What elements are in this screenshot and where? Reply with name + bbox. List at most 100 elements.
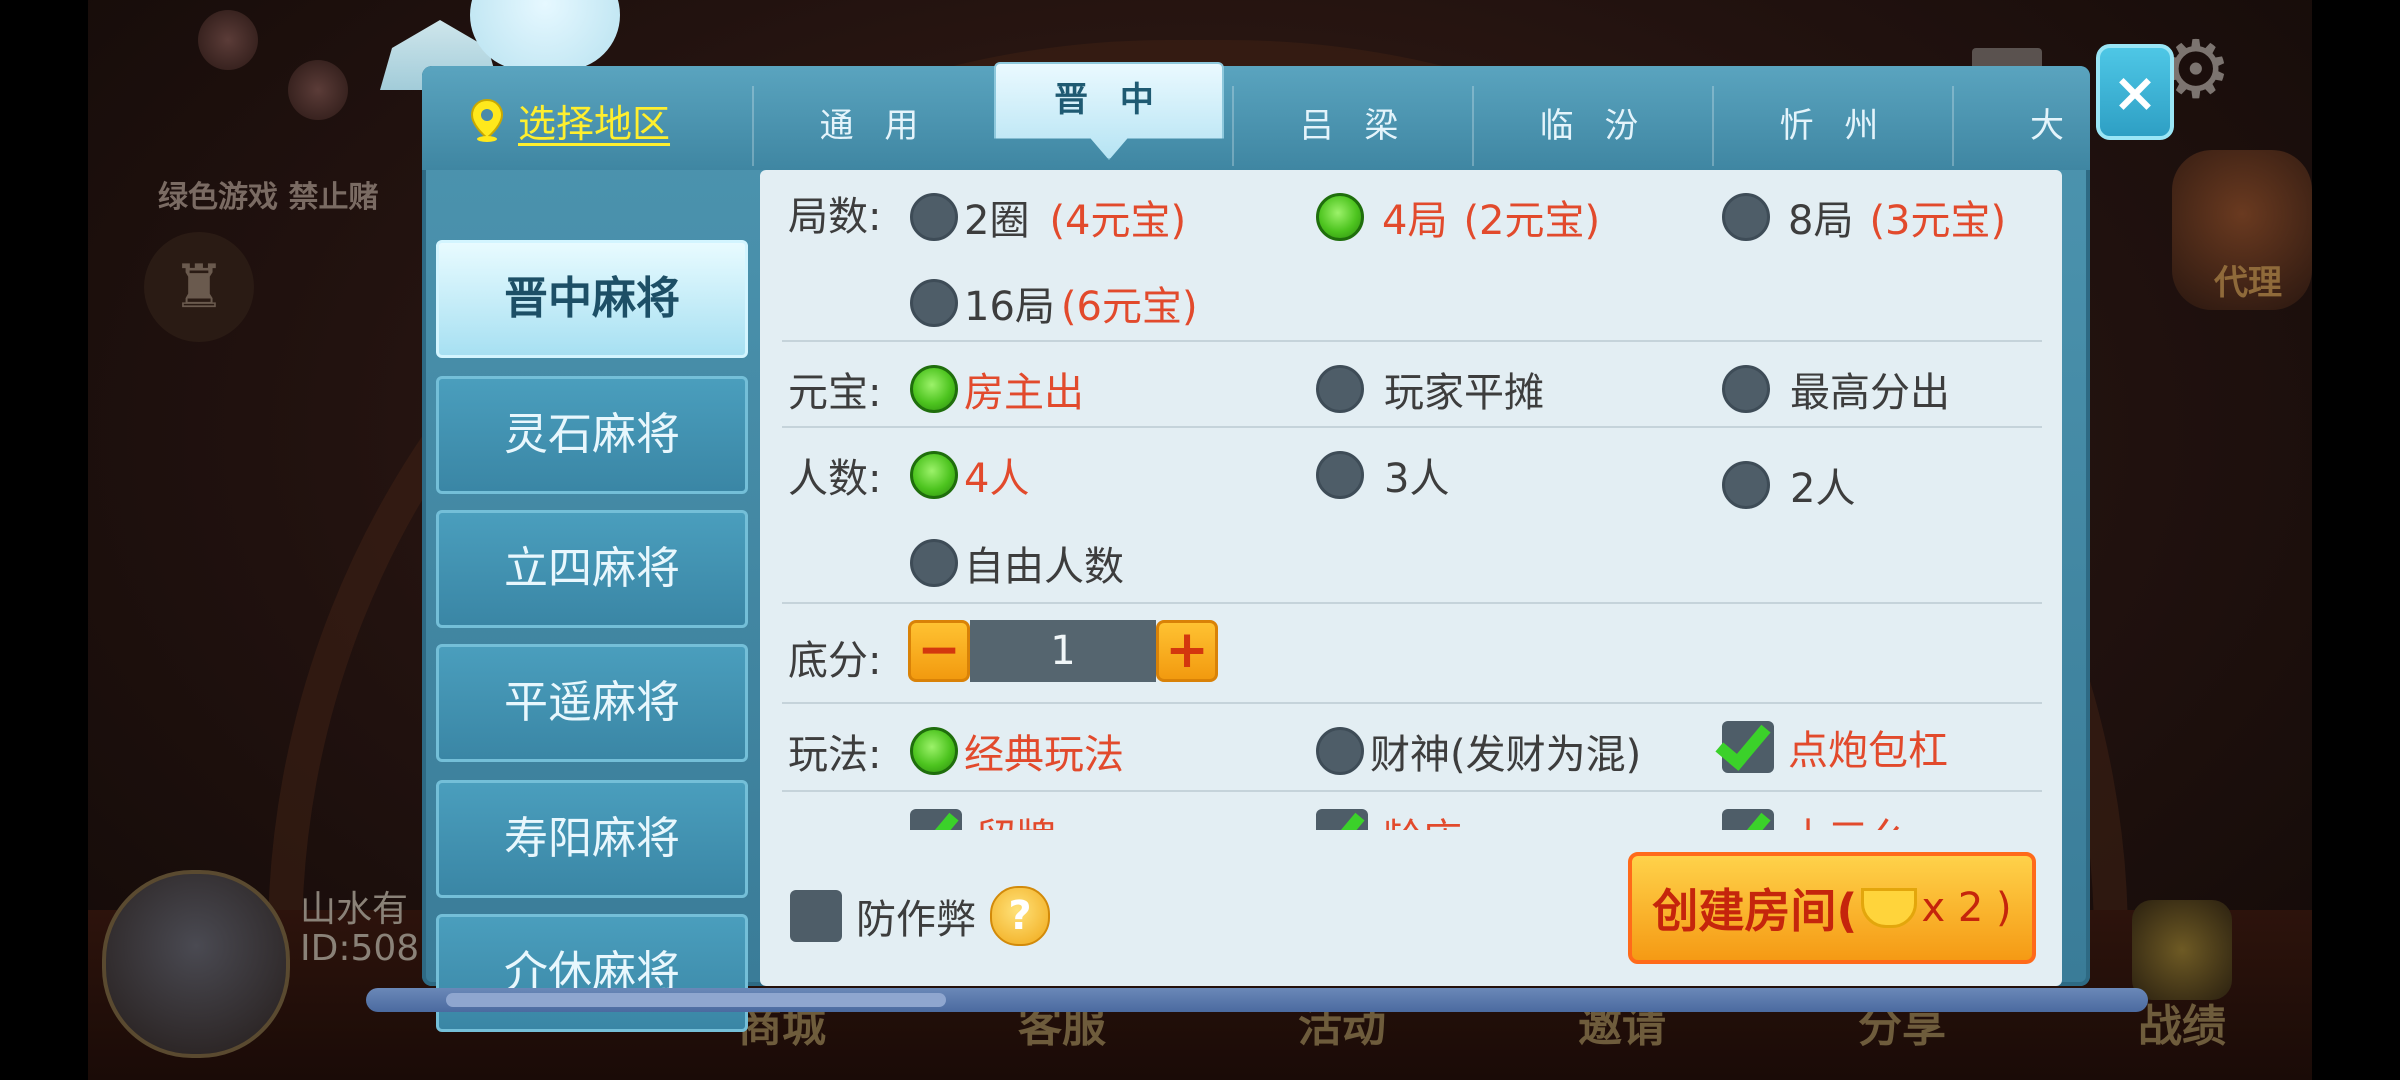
option-name: 自由人数	[964, 544, 1124, 590]
option-cost: (3元宝)	[1869, 198, 2007, 244]
rounds-option-4ju[interactable]: 4局 (2元宝)	[1316, 188, 1600, 246]
players-option-4[interactable]: 4人	[910, 446, 1029, 504]
divider	[782, 602, 2042, 604]
nav-record[interactable]: 战绩	[2138, 990, 2226, 1054]
tab-general[interactable]: 通 用	[752, 86, 994, 166]
radio-selected-icon	[910, 727, 958, 775]
radio-icon	[1722, 193, 1770, 241]
radio-icon	[1316, 365, 1364, 413]
create-room-label: 创建房间(	[1652, 884, 1858, 938]
dialog-footer: 防作弊 ? 创建房间( x 2 )	[760, 830, 2062, 986]
stamp-icon[interactable]: ♜	[144, 232, 254, 342]
radio-icon	[1722, 365, 1770, 413]
checkbox-checked-icon	[1722, 809, 1774, 830]
option-name: 最高分出	[1790, 370, 1950, 416]
green-game-notice: 绿色游戏 禁止赌	[158, 180, 379, 215]
play-style-label: 玩法:	[788, 732, 882, 778]
divider	[782, 790, 2042, 792]
base-score-value: 1	[970, 620, 1156, 682]
option-cost: (2元宝)	[1463, 198, 1601, 244]
option-name: 十三幺	[1788, 806, 1908, 830]
ingot-option-split[interactable]: 玩家平摊	[1316, 360, 1544, 418]
radio-icon	[910, 279, 958, 327]
checkbox-checked-icon	[1316, 809, 1368, 830]
tab-jinzhong[interactable]: 晋 中	[994, 62, 1224, 160]
player-id: ID:508	[300, 928, 420, 969]
trophy-icon[interactable]	[2132, 900, 2232, 1000]
region-label[interactable]: 选择地区	[518, 93, 670, 148]
region-tabs: 通 用 晋 中 吕 梁 临 汾 忻 州 大	[752, 62, 2064, 170]
options-scroll-area[interactable]: 局数: 2圈 (4元宝) 4局 (2元宝) 8局 (3元宝) 16局 (6元宝)	[760, 170, 2062, 830]
sidebar-item-pingyao-mahjong[interactable]: 平遥麻将	[436, 644, 748, 762]
base-score-label: 底分:	[788, 638, 882, 684]
tab-datong[interactable]: 大	[1952, 86, 2064, 166]
radio-icon	[1316, 451, 1364, 499]
checkbox-unchecked-icon[interactable]	[790, 890, 842, 942]
play-style-caishen[interactable]: 财神(发财为混)	[1316, 722, 1641, 780]
option-name: 房主出	[964, 370, 1084, 416]
blossom-decoration	[198, 10, 258, 70]
sidebar-item-lingshi-mahjong[interactable]: 灵石麻将	[436, 376, 748, 494]
option-name: 留牌	[976, 806, 1056, 830]
close-button[interactable]: ×	[2096, 44, 2174, 140]
option-name: 玩家平摊	[1384, 370, 1544, 416]
plus-button[interactable]: +	[1156, 620, 1218, 682]
anticheat-toggle[interactable]: 防作弊 ?	[790, 886, 1050, 946]
options-panel: 局数: 2圈 (4元宝) 4局 (2元宝) 8局 (3元宝) 16局 (6元宝)	[760, 170, 2062, 986]
sidebar-item-jinzhong-mahjong[interactable]: 晋中麻将	[436, 240, 748, 358]
option-name: 4人	[964, 456, 1030, 502]
play-style-classic[interactable]: 经典玩法	[910, 722, 1124, 780]
radio-icon	[1316, 727, 1364, 775]
avatar[interactable]	[102, 870, 290, 1058]
play-style-dianpao-baogang[interactable]: 点炮包杠	[1722, 718, 1948, 776]
divider	[782, 702, 2042, 704]
dialog-header: 选择地区 通 用 晋 中 吕 梁 临 汾 忻 州 大	[422, 62, 2090, 170]
rounds-option-16ju[interactable]: 16局 (6元宝)	[910, 274, 1198, 332]
option-name: 点炮包杠	[1788, 728, 1948, 774]
players-option-free[interactable]: 自由人数	[910, 534, 1124, 592]
play-style-lingzhuang[interactable]: 龄庄	[1316, 806, 1462, 830]
rounds-option-2quan[interactable]: 2圈 (4元宝)	[910, 188, 1186, 246]
option-name: 3人	[1384, 456, 1450, 502]
tab-linfen[interactable]: 临 汾	[1472, 86, 1714, 166]
checkbox-checked-icon	[910, 809, 962, 830]
sidebar-item-lisi-mahjong[interactable]: 立四麻将	[436, 510, 748, 628]
blossom-decoration	[288, 60, 348, 120]
tab-lvliang[interactable]: 吕 梁	[1232, 86, 1474, 166]
radio-selected-icon	[1316, 193, 1364, 241]
sidebar-item-shouyang-mahjong[interactable]: 寿阳麻将	[436, 780, 748, 898]
rounds-option-8ju[interactable]: 8局 (3元宝)	[1722, 188, 2006, 246]
sidebar-item-jiexiu-mahjong[interactable]: 介休麻将	[436, 914, 748, 1032]
option-name: 8局	[1788, 198, 1854, 244]
players-option-3[interactable]: 3人	[1316, 446, 1449, 504]
region-selector[interactable]: 选择地区	[470, 92, 670, 148]
option-cost: (4元宝)	[1049, 198, 1187, 244]
ingot-option-highest-pays[interactable]: 最高分出	[1722, 360, 1950, 418]
create-room-button[interactable]: 创建房间( x 2 )	[1628, 852, 2036, 964]
gold-ingot-icon	[1861, 888, 1918, 928]
dialog-bottom-rail	[366, 988, 2148, 1012]
help-icon[interactable]: ?	[990, 886, 1050, 946]
players-label: 人数:	[788, 456, 882, 502]
option-name: 4局	[1382, 198, 1448, 244]
players-option-2[interactable]: 2人	[1722, 456, 1855, 514]
ingot-option-owner-pays[interactable]: 房主出	[910, 360, 1084, 418]
option-name: 财神(发财为混)	[1370, 732, 1642, 778]
create-room-cost: x 2 )	[1921, 885, 2012, 931]
play-style-liupai[interactable]: 留牌	[910, 806, 1056, 830]
scrollbar-thumb[interactable]	[446, 993, 946, 1007]
location-pin-icon	[470, 98, 504, 142]
create-room-dialog: 选择地区 通 用 晋 中 吕 梁 临 汾 忻 州 大 晋中麻将 灵石麻将 立四麻…	[422, 62, 2090, 1032]
divider	[782, 340, 2042, 342]
option-name: 2人	[1790, 466, 1856, 512]
minus-button[interactable]: −	[908, 620, 970, 682]
ingot-label: 元宝:	[788, 370, 882, 416]
tab-xinzhou[interactable]: 忻 州	[1712, 86, 1954, 166]
option-name: 2圈	[964, 198, 1030, 244]
anticheat-label: 防作弊	[856, 897, 976, 943]
checkbox-checked-icon	[1722, 721, 1774, 773]
base-score-stepper: − 1 +	[908, 620, 1218, 682]
rounds-label: 局数:	[788, 194, 882, 240]
play-style-shisanyao[interactable]: 十三幺	[1722, 806, 1908, 830]
agent-label: 代理	[2214, 263, 2282, 303]
